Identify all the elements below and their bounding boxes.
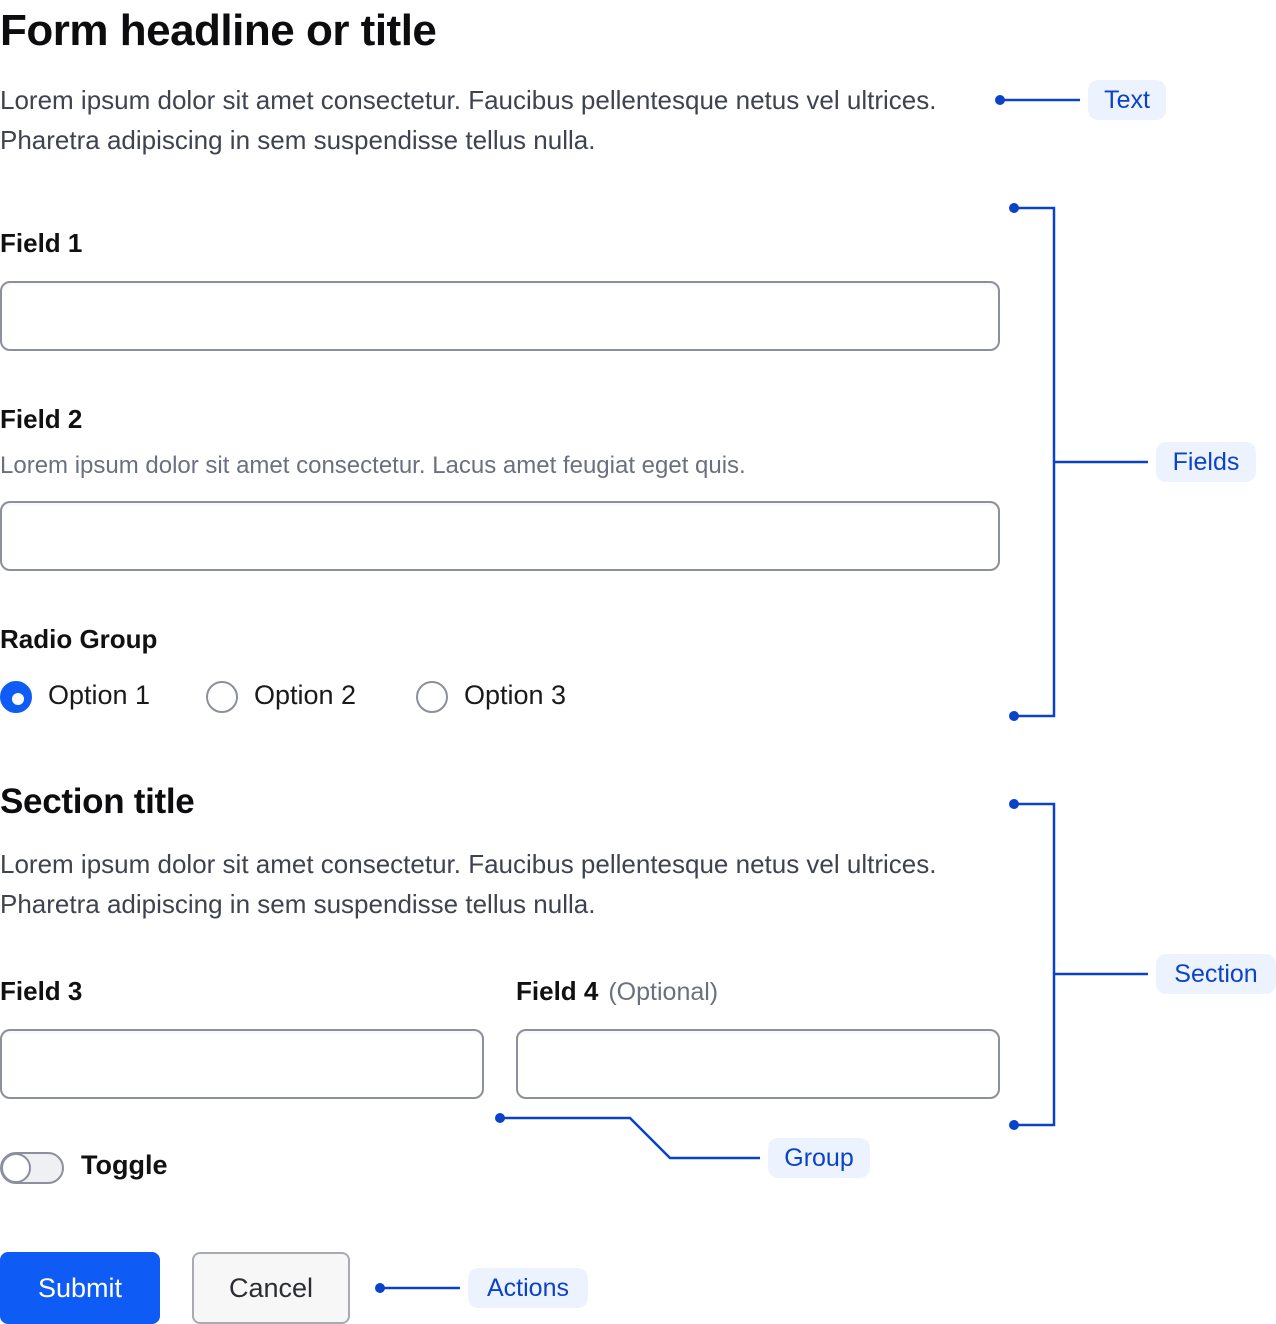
field-1-input[interactable]: [0, 281, 1000, 351]
text-anchor-dot: [995, 95, 1005, 105]
section-bracket: [1014, 802, 1056, 1127]
field-3-input[interactable]: [0, 1029, 484, 1099]
annotation-tag-text: Text: [1088, 80, 1166, 120]
fields-bottom-dot: [1009, 711, 1019, 721]
form-title: Form headline or title: [0, 6, 437, 55]
toggle-knob: [1, 1153, 31, 1183]
optional-indicator: (Optional): [608, 978, 719, 1006]
cancel-button[interactable]: Cancel: [192, 1252, 350, 1324]
form-description: Lorem ipsum dolor sit amet consectetur. …: [0, 85, 937, 155]
radio-option-2-label[interactable]: Option 2: [254, 680, 356, 711]
toggle-label: Toggle: [81, 1150, 168, 1180]
section-top-dot: [1009, 799, 1019, 809]
field-2-label: Field 2: [0, 404, 83, 434]
actions-anchor-dot: [375, 1283, 385, 1293]
field-4-label-row: Field 4 (Optional): [516, 976, 718, 1007]
radio-option-1[interactable]: [0, 681, 32, 713]
section-bottom-dot: [1009, 1120, 1019, 1130]
annotation-tag-group: Group: [768, 1138, 870, 1178]
fields-top-dot: [1009, 203, 1019, 213]
radio-group-label: Radio Group: [0, 624, 158, 654]
radio-option-3[interactable]: [416, 681, 448, 713]
field-1-label: Field 1: [0, 228, 83, 258]
fields-bracket: [1014, 206, 1056, 718]
section-title: Section title: [0, 782, 195, 821]
annotation-tag-fields: Fields: [1156, 442, 1256, 482]
field-2-helper-text: Lorem ipsum dolor sit amet consectetur. …: [0, 452, 746, 479]
field-3-label: Field 3: [0, 976, 83, 1006]
radio-option-2[interactable]: [206, 681, 238, 713]
section-description: Lorem ipsum dolor sit amet consectetur. …: [0, 849, 937, 919]
field-4-input[interactable]: [516, 1029, 1000, 1099]
group-anchor-dot: [495, 1113, 505, 1123]
submit-button[interactable]: Submit: [0, 1252, 160, 1324]
field-2-input[interactable]: [0, 501, 1000, 571]
toggle-switch[interactable]: [0, 1152, 64, 1184]
radio-option-1-label[interactable]: Option 1: [48, 680, 150, 711]
annotation-lines: [375, 95, 1148, 1293]
field-4-label: Field 4: [516, 976, 599, 1006]
radio-option-3-label[interactable]: Option 3: [464, 680, 566, 711]
annotation-tag-section: Section: [1156, 954, 1276, 994]
group-annotation-line: [500, 1116, 760, 1160]
annotation-tag-actions: Actions: [468, 1268, 588, 1308]
